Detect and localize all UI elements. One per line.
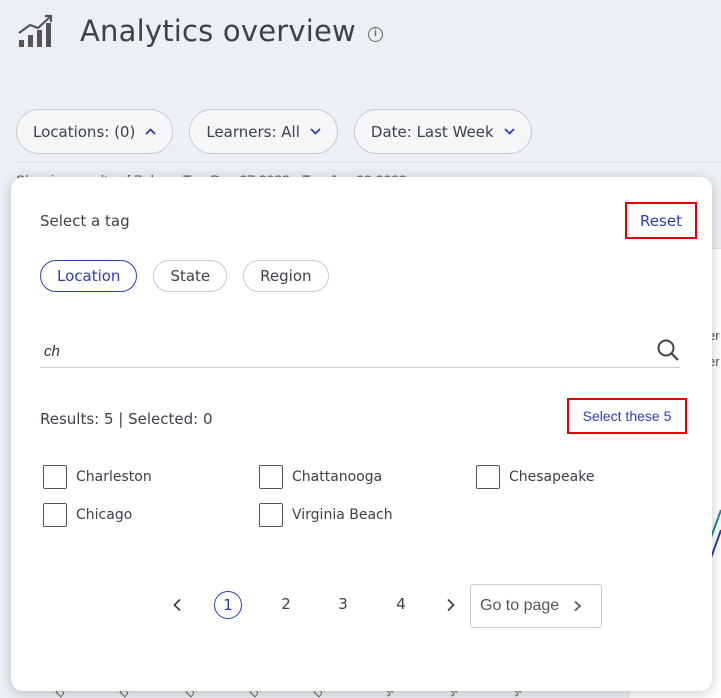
option-virginia-beach[interactable]: Virginia Beach xyxy=(259,503,393,527)
option-chattanooga[interactable]: Chattanooga xyxy=(259,465,382,489)
option-label: Chesapeake xyxy=(509,469,595,485)
page-button-2[interactable]: 2 xyxy=(272,591,300,619)
locations-filter-button[interactable]: Locations: (0) xyxy=(16,109,174,154)
location-tag-popup: Select a tag Reset Location State Region… xyxy=(11,177,712,691)
select-all-button[interactable]: Select these 5 xyxy=(567,398,687,434)
chevron-right-icon[interactable] xyxy=(443,598,457,612)
learners-filter-label: Learners: All xyxy=(206,122,300,141)
date-filter-label: Date: Last Week xyxy=(370,122,494,141)
tag-state[interactable]: State xyxy=(153,260,228,292)
go-to-page-button[interactable]: Go to page xyxy=(470,584,602,628)
option-chesapeake[interactable]: Chesapeake xyxy=(476,465,594,489)
go-to-page-label: Go to page xyxy=(480,597,560,614)
filter-bar: Locations: (0) Learners: All Date: Last … xyxy=(16,109,532,154)
chevron-down-icon xyxy=(504,128,515,135)
checkbox[interactable] xyxy=(43,503,67,527)
results-count: Results: 5 | Selected: 0 xyxy=(40,410,213,428)
chevron-left-icon[interactable] xyxy=(171,598,185,612)
reset-button[interactable]: Reset xyxy=(625,202,697,239)
option-label: Charleston xyxy=(76,469,152,485)
checkbox[interactable] xyxy=(476,465,500,489)
info-icon[interactable]: i xyxy=(368,27,383,42)
bar-chart-icon xyxy=(18,14,53,47)
option-charleston[interactable]: Charleston xyxy=(43,465,152,489)
divider xyxy=(16,162,721,163)
chevron-down-icon xyxy=(310,128,321,135)
chevron-right-icon xyxy=(574,600,582,612)
search-icon[interactable] xyxy=(656,338,680,362)
locations-filter-label: Locations: (0) xyxy=(33,122,136,141)
page-button-4[interactable]: 4 xyxy=(387,591,415,619)
page-header: Analytics overview i xyxy=(0,0,721,80)
tag-location[interactable]: Location xyxy=(40,260,138,292)
page-button-3[interactable]: 3 xyxy=(329,591,357,619)
search-input[interactable] xyxy=(44,343,634,360)
date-filter-button[interactable]: Date: Last Week xyxy=(353,109,532,154)
learners-filter-button[interactable]: Learners: All xyxy=(189,109,338,154)
checkbox[interactable] xyxy=(259,503,283,527)
option-label: Virginia Beach xyxy=(292,507,393,523)
option-chicago[interactable]: Chicago xyxy=(43,503,132,527)
search-field xyxy=(40,335,680,368)
checkbox[interactable] xyxy=(259,465,283,489)
panel-heading: Select a tag xyxy=(40,212,130,230)
option-label: Chattanooga xyxy=(292,469,383,485)
option-label: Chicago xyxy=(76,507,133,523)
chevron-up-icon xyxy=(145,128,156,135)
checkbox[interactable] xyxy=(43,465,67,489)
page-button-1[interactable]: 1 xyxy=(214,591,242,619)
tag-type-selector: Location State Region xyxy=(40,260,329,292)
tag-region[interactable]: Region xyxy=(243,260,329,292)
page-title: Analytics overview xyxy=(80,14,356,48)
